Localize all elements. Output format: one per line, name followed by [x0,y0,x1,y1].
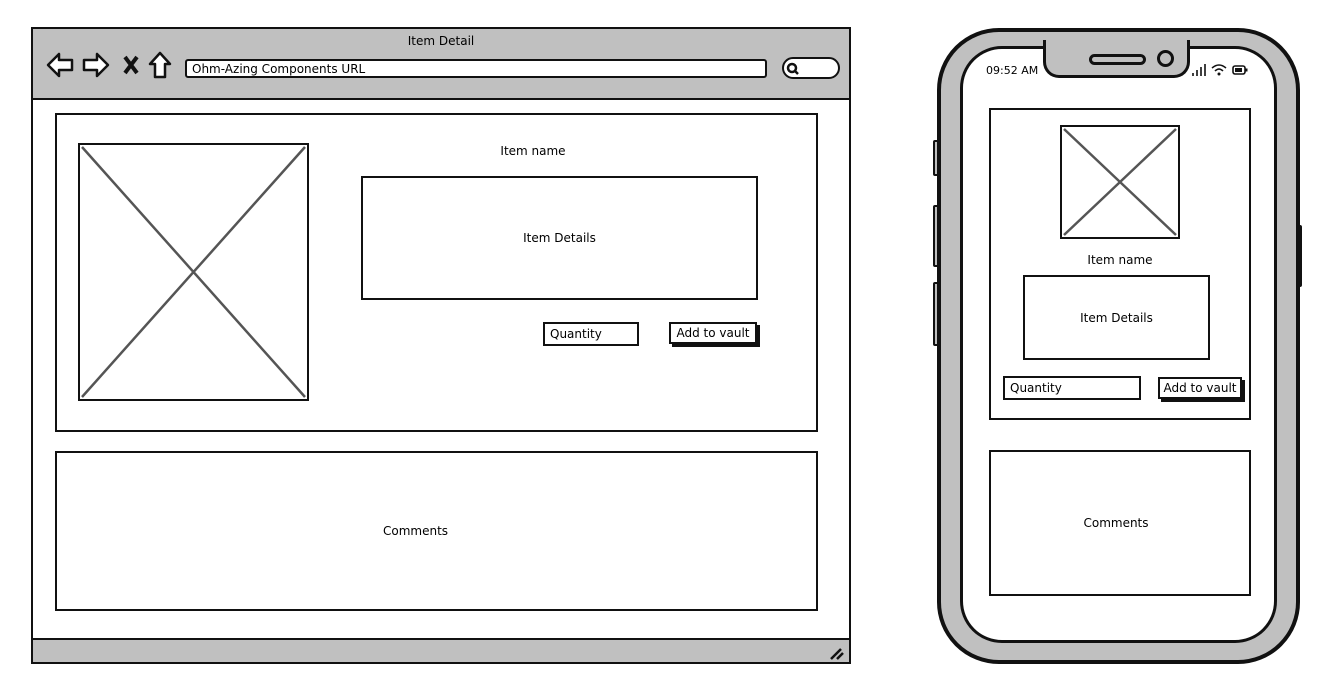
comments-label: Comments [383,524,449,538]
comments-box: Comments [55,451,818,611]
browser-statusbar [33,638,849,662]
status-time: 09:52 AM [986,64,1039,77]
item-details-box: Item Details [361,176,758,300]
image-placeholder-icon [1063,128,1177,236]
search-icon [786,62,799,75]
quantity-placeholder: Quantity [550,327,602,341]
phone-item-image-placeholder [1060,125,1180,239]
item-details-label: Item Details [523,231,596,245]
phone-camera [1157,50,1174,67]
search-button[interactable] [782,57,840,79]
phone-add-to-vault-label: Add to vault [1163,381,1237,395]
signal-icon [1192,64,1206,76]
wifi-icon [1211,64,1227,76]
phone-item-details-box: Item Details [1023,275,1210,360]
item-name: Item name [500,144,566,158]
url-text: Ohm-Azing Components URL [192,61,366,76]
home-icon[interactable] [147,50,173,80]
forward-arrow-icon[interactable] [81,51,111,79]
phone-item-details-label: Item Details [1080,310,1153,325]
phone-comments-label: Comments [1083,516,1149,530]
browser-titlebar: Item Detail Ohm-Azing Components URL [33,29,849,100]
phone-item-name: Item name [1087,253,1153,267]
phone-quantity-placeholder: Quantity [1010,381,1062,395]
item-image-placeholder [78,143,309,401]
window-title: Item Detail [407,34,475,48]
phone-quantity-input[interactable]: Quantity [1003,376,1141,400]
resize-grip-icon[interactable] [829,646,845,660]
phone-speaker [1089,54,1146,65]
add-to-vault-button[interactable]: Add to vault [669,322,757,344]
close-icon[interactable] [121,54,141,76]
battery-icon [1232,65,1248,75]
phone-add-to-vault-button[interactable]: Add to vault [1158,377,1242,399]
url-input[interactable]: Ohm-Azing Components URL [185,59,767,78]
image-placeholder-icon [81,146,306,398]
phone-comments-box: Comments [989,450,1251,596]
add-to-vault-label: Add to vault [676,326,750,340]
back-arrow-icon[interactable] [45,51,75,79]
quantity-input[interactable]: Quantity [543,322,639,346]
